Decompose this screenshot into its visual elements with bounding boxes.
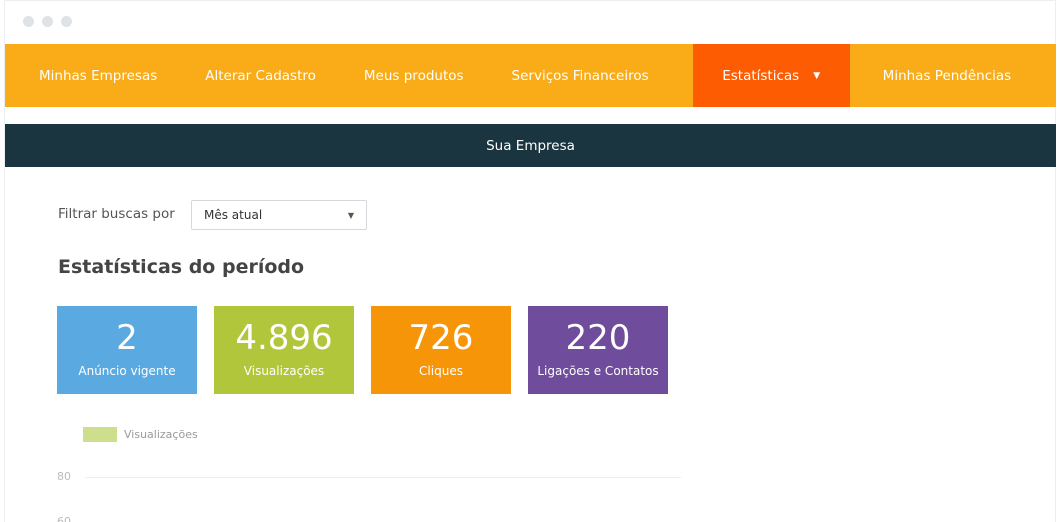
stat-card-label: Cliques bbox=[419, 364, 463, 378]
main-nav: Minhas Empresas Alterar Cadastro Meus pr… bbox=[5, 44, 1056, 107]
chevron-down-icon: ▼ bbox=[347, 210, 354, 220]
browser-window: Minhas Empresas Alterar Cadastro Meus pr… bbox=[4, 0, 1056, 522]
y-tick-label: 60 bbox=[57, 515, 71, 522]
company-bar: Sua Empresa bbox=[5, 124, 1056, 167]
y-tick-label: 80 bbox=[57, 470, 71, 483]
nav-item-label: Minhas Pendências bbox=[882, 67, 1012, 84]
views-chart: 80 60 bbox=[45, 461, 685, 522]
nav-item-label: Alterar Cadastro bbox=[205, 67, 316, 84]
nav-item-meus-produtos[interactable]: Meus produtos bbox=[340, 44, 488, 107]
nav-item-estatisticas[interactable]: Estatísticas ▼ bbox=[692, 44, 850, 107]
page-title: Estatísticas do período bbox=[58, 256, 305, 278]
stat-card-visualizacoes: 4.896 Visualizações bbox=[214, 306, 354, 394]
caret-down-icon: ▼ bbox=[813, 70, 821, 81]
window-dot-icon bbox=[61, 16, 72, 27]
stat-card-value: 2 bbox=[116, 318, 138, 358]
stat-card-cliques: 726 Cliques bbox=[371, 306, 511, 394]
nav-item-minhas-pendencias[interactable]: Minhas Pendências bbox=[850, 44, 1036, 107]
nav-item-label: Minhas Empresas bbox=[39, 67, 158, 84]
legend-label: Visualizações bbox=[124, 428, 198, 441]
nav-item-label: Serviços Financeiros bbox=[511, 67, 649, 84]
window-dot-icon bbox=[42, 16, 53, 27]
nav-item-servicos-financeiros[interactable]: Serviços Financeiros bbox=[488, 44, 693, 107]
company-title: Sua Empresa bbox=[486, 137, 575, 154]
window-dot-icon bbox=[23, 16, 34, 27]
window-controls bbox=[23, 16, 72, 27]
chart-legend: Visualizações bbox=[83, 427, 198, 442]
filter-label: Filtrar buscas por bbox=[58, 206, 175, 222]
nav-item-label: Meus produtos bbox=[363, 67, 464, 84]
stat-card-ligacoes: 220 Ligações e Contatos bbox=[528, 306, 668, 394]
stat-card-label: Visualizações bbox=[243, 364, 325, 378]
stat-card-label: Ligações e Contatos bbox=[537, 364, 659, 378]
stat-cards: 2 Anúncio vigente 4.896 Visualizações 72… bbox=[57, 306, 668, 394]
legend-swatch bbox=[83, 427, 117, 442]
stat-card-anuncio: 2 Anúncio vigente bbox=[57, 306, 197, 394]
stat-card-value: 726 bbox=[408, 318, 474, 358]
stat-card-value: 220 bbox=[565, 318, 631, 358]
nav-item-label: Estatísticas bbox=[722, 67, 800, 84]
stat-card-label: Anúncio vigente bbox=[78, 364, 176, 378]
period-select-value: Mês atual bbox=[204, 208, 263, 222]
nav-item-alterar-cadastro[interactable]: Alterar Cadastro bbox=[181, 44, 340, 107]
period-select[interactable]: Mês atual ▼ bbox=[191, 200, 367, 230]
grid-line bbox=[85, 477, 681, 478]
nav-item-minhas-empresas[interactable]: Minhas Empresas bbox=[5, 44, 181, 107]
stat-card-value: 4.896 bbox=[235, 318, 333, 358]
